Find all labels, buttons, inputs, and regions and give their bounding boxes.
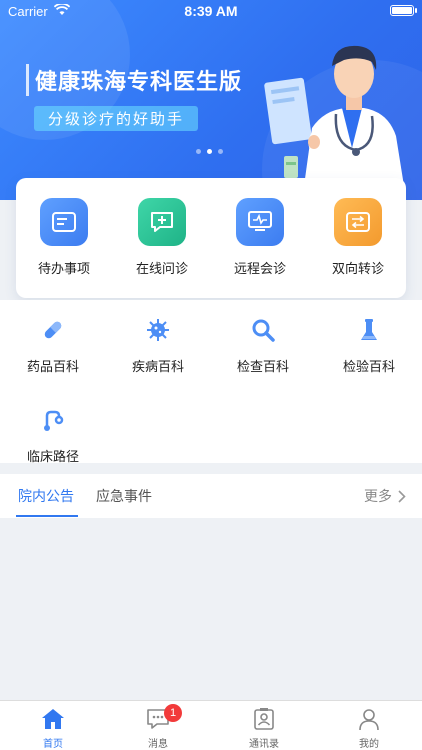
nav-contacts[interactable]: 通讯录: [224, 707, 304, 750]
banner-title: 健康珠海专科医生版: [26, 64, 248, 96]
chevron-right-icon: [398, 489, 406, 503]
virus-icon: [146, 318, 170, 342]
carousel-dot[interactable]: [196, 149, 201, 154]
banner-subtitle: 分级诊疗的好助手: [34, 106, 199, 131]
monitor-pulse-icon: [236, 198, 284, 246]
tab-hospital-notice[interactable]: 院内公告: [18, 486, 74, 506]
nav-label: 我的: [359, 739, 379, 750]
pill-icon: [41, 318, 65, 342]
quick-action-label: 待办事项: [37, 262, 90, 277]
nav-label: 首页: [43, 739, 63, 750]
nav-home[interactable]: 首页: [13, 707, 93, 750]
grid-item-disease[interactable]: 疾病百科: [113, 318, 203, 375]
nav-profile[interactable]: 我的: [329, 707, 409, 750]
magnifier-icon: [251, 318, 275, 342]
quick-actions-card: 待办事项 在线问诊 远程会诊 双向转诊: [16, 178, 406, 298]
quick-action-todo[interactable]: 待办事项: [24, 198, 104, 277]
chat-plus-icon: [138, 198, 186, 246]
grid-item-label: 检查百科: [236, 360, 289, 375]
grid-item-examination[interactable]: 检查百科: [218, 318, 308, 375]
quick-action-label: 远程会诊: [233, 262, 286, 277]
battery-icon: [390, 5, 417, 16]
test-tube-icon: [357, 318, 381, 342]
grid-item-label: 检验百科: [342, 360, 395, 375]
nav-label: 通讯录: [249, 739, 279, 750]
grid-item-label: 临床路径: [26, 450, 79, 465]
tab-emergency-events[interactable]: 应急事件: [96, 486, 152, 506]
transfer-arrows-icon: [334, 198, 382, 246]
doctor-illustration: [264, 45, 404, 186]
user-icon: [357, 707, 381, 731]
announcement-tabs: 院内公告 应急事件 更多: [0, 474, 422, 518]
encyclopedia-grid: 药品百科 疾病百科 检查百科 检验百科 临床路径: [0, 300, 422, 465]
grid-item-clinical-path[interactable]: 临床路径: [8, 408, 98, 465]
nav-messages[interactable]: 消息: [118, 707, 198, 750]
active-tab-indicator: [16, 515, 78, 517]
quick-action-label: 在线问诊: [135, 262, 188, 277]
contacts-icon: [252, 707, 276, 731]
home-icon: [41, 707, 65, 731]
carousel-dot[interactable]: [218, 149, 223, 154]
nav-label: 消息: [148, 739, 168, 750]
quick-action-label: 双向转诊: [331, 262, 384, 277]
grid-item-drug[interactable]: 药品百科: [8, 318, 98, 375]
more-link[interactable]: 更多: [364, 486, 406, 506]
carousel-indicator[interactable]: [196, 149, 223, 154]
todo-card-icon: [40, 198, 88, 246]
quick-action-referral[interactable]: 双向转诊: [318, 198, 398, 277]
unread-badge: 1: [164, 704, 182, 722]
quick-action-remote-consult[interactable]: 远程会诊: [220, 198, 300, 277]
grid-item-label: 药品百科: [26, 360, 79, 375]
more-label: 更多: [364, 489, 392, 505]
bottom-tab-bar: 首页 消息 1 通讯录 我的: [0, 700, 422, 750]
grid-item-label: 疾病百科: [131, 360, 184, 375]
status-bar: Carrier 8:39 AM: [0, 0, 422, 22]
route-icon: [41, 408, 65, 432]
clock: 8:39 AM: [184, 3, 238, 19]
quick-action-online-consult[interactable]: 在线问诊: [122, 198, 202, 277]
carousel-dot-active[interactable]: [207, 149, 212, 154]
grid-item-lab-test[interactable]: 检验百科: [324, 318, 414, 375]
banner[interactable]: Carrier 8:39 AM 健康珠海专科医生版 分级诊疗的好助手: [0, 0, 422, 200]
